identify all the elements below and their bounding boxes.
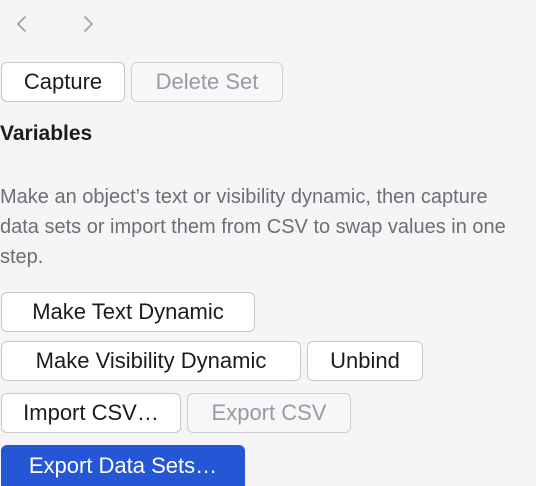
- chevron-right-icon: [84, 16, 93, 32]
- capture-button[interactable]: Capture: [1, 62, 125, 102]
- forward-button[interactable]: [76, 10, 100, 38]
- export-data-sets-button[interactable]: Export Data Sets…: [1, 445, 245, 486]
- make-text-dynamic-button[interactable]: Make Text Dynamic: [1, 292, 255, 332]
- variables-panel: Capture Delete Set Variables Make an obj…: [0, 0, 536, 486]
- unbind-button[interactable]: Unbind: [307, 341, 423, 381]
- section-description: Make an object’s text or visibility dyna…: [0, 186, 506, 268]
- import-csv-button[interactable]: Import CSV…: [1, 393, 181, 433]
- export-csv-button[interactable]: Export CSV: [187, 393, 351, 433]
- delete-set-button[interactable]: Delete Set: [131, 62, 283, 102]
- navigation-controls: [10, 10, 100, 38]
- back-button[interactable]: [10, 10, 34, 38]
- chevron-left-icon: [17, 16, 26, 32]
- section-title: Variables: [0, 122, 93, 145]
- make-visibility-dynamic-button[interactable]: Make Visibility Dynamic: [1, 341, 301, 381]
